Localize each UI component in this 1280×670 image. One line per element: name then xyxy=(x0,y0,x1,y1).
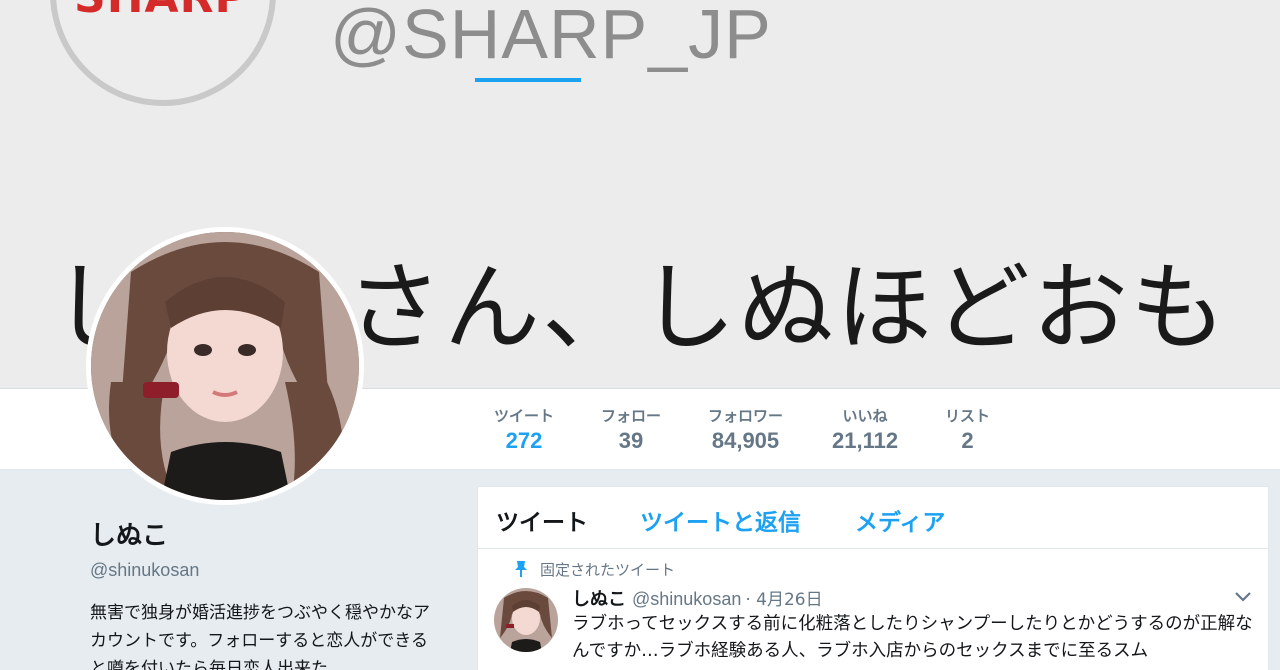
stat-followers[interactable]: フォロワー 84,905 xyxy=(708,405,783,454)
stat-label: フォロー xyxy=(601,407,662,425)
sharp-logo-text: SHARP xyxy=(74,0,248,23)
avatar-photo xyxy=(91,232,359,500)
avatar-portrait-icon xyxy=(91,232,359,500)
avatar-thumbnail-icon xyxy=(494,588,558,652)
stat-tweets[interactable]: ツイート 272 xyxy=(494,405,554,454)
banner-handle-text: @SHARP_JP xyxy=(330,0,772,73)
tweet-avatar[interactable] xyxy=(494,588,558,652)
timeline: ツイート ツイートと返信 メディア 固定されたツイート しぬこ @shinuko… xyxy=(477,486,1269,670)
profile-handle: @shinukosan xyxy=(90,560,200,580)
chevron-down-icon[interactable] xyxy=(1234,591,1252,603)
stat-label: フォロワー xyxy=(708,407,784,425)
stat-following[interactable]: フォロー 39 xyxy=(601,405,661,454)
profile-bio: 無害で独身が婚活進捗をつぶやく穏やかなアカウントです。フォローすると恋人ができる… xyxy=(90,603,430,670)
stat-value: 84,905 xyxy=(711,428,780,453)
tweet-header: しぬこ @shinukosan · 4月26日 xyxy=(572,585,823,611)
active-tab-underline xyxy=(475,78,581,82)
stat-value: 21,112 xyxy=(832,428,899,453)
pinned-label: 固定されたツイート xyxy=(540,561,676,579)
tweet-author-handle[interactable]: @shinukosan xyxy=(632,589,741,610)
stat-label: いいね xyxy=(842,407,888,425)
stat-value: 39 xyxy=(618,428,644,453)
tweet-text: ラブホってセックスする前に化粧落としたりシャンプーしたりとかどうするのが正解なん… xyxy=(572,614,1253,661)
tweet-author-name[interactable]: しぬこ xyxy=(572,585,626,611)
profile-name[interactable]: しぬこ xyxy=(90,515,450,552)
tab-tweets-and-replies[interactable]: ツイートと返信 xyxy=(640,503,801,537)
stat-value: 2 xyxy=(961,428,974,453)
pin-icon xyxy=(515,561,527,577)
tab-media[interactable]: メディア xyxy=(855,503,945,537)
timeline-tabs: ツイート ツイートと返信 メディア xyxy=(478,487,1268,549)
tab-tweets[interactable]: ツイート xyxy=(496,503,588,537)
stat-label: ツイート xyxy=(494,407,555,425)
stat-likes[interactable]: いいね 21,112 xyxy=(832,405,898,454)
stat-lists[interactable]: リスト 2 xyxy=(945,405,990,454)
profile-card: しぬこ @shinukosan 無害で独身が婚活進捗をつぶやく穏やかなアカウント… xyxy=(90,515,450,670)
tweet-date[interactable]: · 4月26日 xyxy=(745,585,822,610)
stat-value: 272 xyxy=(505,428,543,453)
profile-avatar[interactable] xyxy=(86,227,364,505)
stat-label: リスト xyxy=(945,407,991,425)
pinned-tweet-context: 固定されたツイート xyxy=(515,559,676,580)
